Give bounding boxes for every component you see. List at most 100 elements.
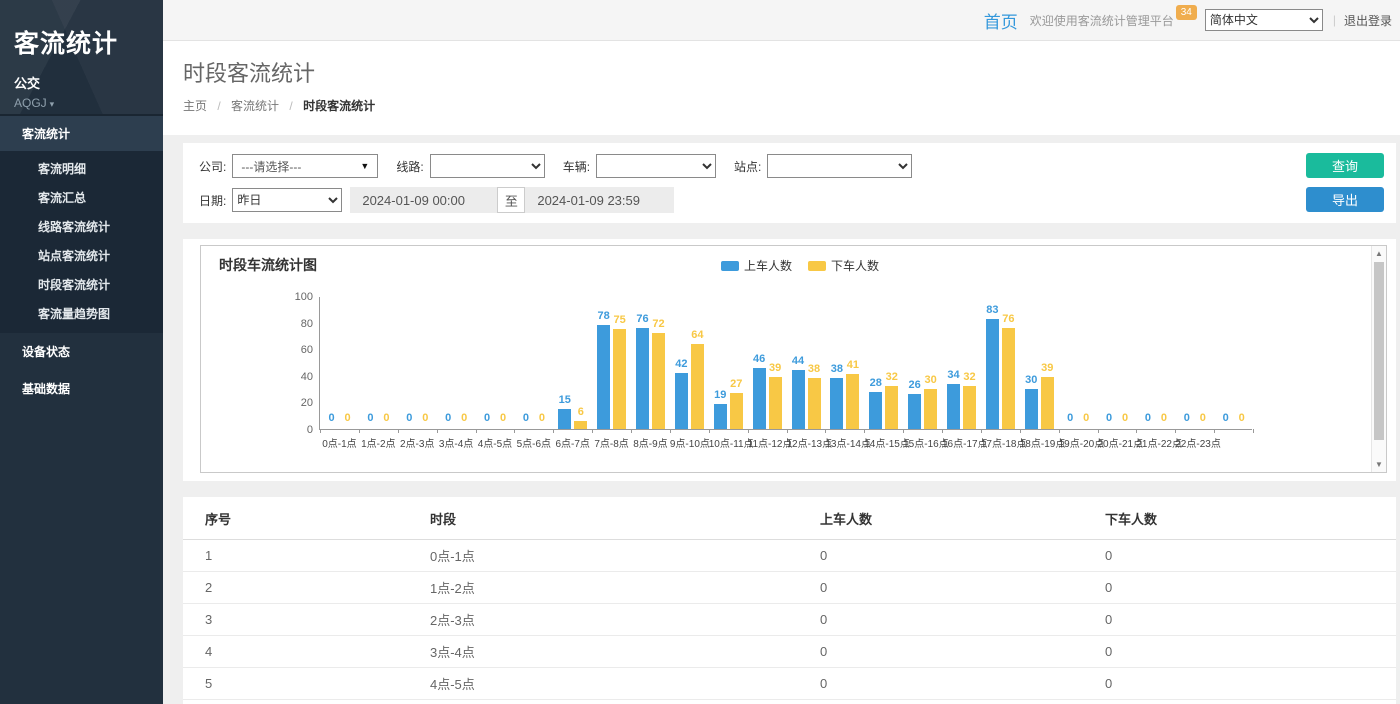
bar-value-label: 75	[610, 314, 629, 326]
legend-swatch	[808, 261, 826, 271]
y-axis-tick-label: 0	[283, 424, 313, 436]
x-axis-tick	[748, 429, 749, 433]
table-cell: 0	[1083, 604, 1396, 636]
bar-value-label: 38	[805, 363, 824, 375]
x-axis-category-label: 11点-12点	[748, 435, 787, 450]
table-cell: 1	[183, 540, 408, 572]
table-cell: 2点-3点	[408, 604, 798, 636]
breadcrumb-current: 时段客流统计	[303, 99, 375, 113]
x-axis-category-label: 2点-3点	[398, 435, 437, 450]
x-axis-tick	[1214, 429, 1215, 433]
bar-value-label: 0	[1116, 412, 1135, 424]
bar-value-label: 15	[555, 394, 574, 406]
bar-value-label: 0	[494, 412, 513, 424]
language-select[interactable]: 简体中文	[1205, 9, 1323, 31]
x-axis-tick	[359, 429, 360, 433]
legend-item[interactable]: 下车人数	[808, 257, 879, 274]
logout-link[interactable]: 退出登录	[1344, 12, 1392, 29]
sidebar-item-station-stats[interactable]: 站点客流统计	[0, 241, 163, 270]
table-cell: 0	[798, 572, 1083, 604]
x-axis-tick	[787, 429, 788, 433]
main-area: 首页 欢迎使用客流统计管理平台 34 简体中文 | 退出登录 时段客流统计 主页…	[163, 0, 1400, 704]
date-to-input[interactable]	[525, 187, 674, 213]
legend-label: 下车人数	[831, 257, 879, 274]
org-selector[interactable]: AQGJ▾	[14, 96, 149, 110]
line-select[interactable]	[430, 154, 545, 178]
chart-bar	[636, 328, 649, 429]
x-axis-tick	[1175, 429, 1176, 433]
chart-bar	[675, 373, 688, 429]
station-select[interactable]	[767, 154, 912, 178]
legend-label: 上车人数	[744, 257, 792, 274]
date-from-input[interactable]	[350, 187, 497, 213]
welcome-text: 欢迎使用客流统计管理平台	[1030, 12, 1174, 29]
x-axis-category-label: 21点-22点	[1136, 435, 1175, 450]
export-button[interactable]: 导出	[1306, 187, 1384, 212]
sidebar-item-flow-detail[interactable]: 客流明细	[0, 154, 163, 183]
x-axis-category-label: 6点-7点	[553, 435, 592, 450]
content: 公司: ---请选择--- ▼ 线路: 车辆: 站点:	[163, 135, 1400, 704]
x-axis-tick	[825, 429, 826, 433]
station-label: 站点:	[734, 158, 761, 175]
chart-bar	[808, 378, 821, 429]
x-axis-category-label: 10点-11点	[709, 435, 748, 450]
sidebar-item-trend-chart[interactable]: 客流量趋势图	[0, 299, 163, 328]
chart-container: 时段车流统计图 上车人数下车人数 020406080100000点-1点001点…	[200, 245, 1387, 473]
sidebar-item-line-stats[interactable]: 线路客流统计	[0, 212, 163, 241]
bar-value-label: 41	[843, 359, 862, 371]
sidebar-item-base-data[interactable]: 基础数据	[0, 370, 163, 407]
filter-actions: 查询 导出	[1306, 153, 1384, 212]
y-axis-tick-label: 20	[283, 397, 313, 409]
x-axis-tick	[1136, 429, 1137, 433]
legend-item[interactable]: 上车人数	[721, 257, 792, 274]
date-preset-select[interactable]: 昨日	[232, 188, 342, 212]
table-cell: 4点-5点	[408, 668, 798, 700]
bar-value-label: 19	[711, 389, 730, 401]
sidebar-item-period-stats[interactable]: 时段客流统计	[0, 270, 163, 299]
table-cell: 0	[1083, 540, 1396, 572]
filter-row-1: 公司: ---请选择--- ▼ 线路: 车辆: 站点:	[199, 153, 1286, 179]
bar-value-label: 76	[999, 313, 1018, 325]
table-cell: 0	[798, 540, 1083, 572]
breadcrumb-home[interactable]: 主页	[183, 99, 207, 113]
company-select[interactable]: ---请选择--- ▼	[232, 154, 378, 178]
topbar-divider: |	[1333, 13, 1336, 27]
x-axis-tick	[592, 429, 593, 433]
sidebar-item-passenger-stats[interactable]: 客流统计	[0, 115, 163, 151]
vehicle-select[interactable]	[596, 154, 716, 178]
caret-down-icon: ▾	[50, 99, 55, 109]
x-axis-category-label: 1点-2点	[359, 435, 398, 450]
x-axis-category-label: 4点-5点	[476, 435, 515, 450]
table-cell: 4	[183, 636, 408, 668]
table-cell: 5点-6点	[408, 700, 798, 704]
x-axis-category-label: 20点-21点	[1098, 435, 1137, 450]
sidebar-item-device-status[interactable]: 设备状态	[0, 333, 163, 370]
vertical-scrollbar[interactable]: ▲ ▼	[1371, 246, 1386, 472]
table-cell: 6	[183, 700, 408, 704]
sidebar-item-flow-summary[interactable]: 客流汇总	[0, 183, 163, 212]
bar-value-label: 0	[1154, 412, 1173, 424]
query-button[interactable]: 查询	[1306, 153, 1384, 178]
breadcrumb-section[interactable]: 客流统计	[231, 99, 279, 113]
scroll-down-icon[interactable]: ▼	[1372, 460, 1386, 469]
chart-bar	[908, 394, 921, 429]
table-header-cell: 序号	[183, 497, 408, 540]
scrollbar-thumb[interactable]	[1374, 262, 1384, 440]
y-axis-tick-label: 60	[283, 344, 313, 356]
bar-value-label: 30	[921, 374, 940, 386]
table-row: 43点-4点00	[183, 636, 1396, 668]
scroll-up-icon[interactable]: ▲	[1372, 249, 1386, 258]
table-header-cell: 下车人数	[1083, 497, 1396, 540]
home-link[interactable]: 首页	[984, 8, 1018, 33]
bar-value-label: 0	[1077, 412, 1096, 424]
table-header-row: 序号时段上车人数下车人数	[183, 497, 1396, 540]
bar-value-label: 0	[1232, 412, 1251, 424]
chart-bar	[652, 333, 665, 429]
x-axis-tick	[942, 429, 943, 433]
bar-value-label: 6	[571, 406, 590, 418]
chart-bar	[869, 392, 882, 429]
x-axis-tick	[1098, 429, 1099, 433]
x-axis-category-label: 19点-20点	[1059, 435, 1098, 450]
chart-bar	[769, 377, 782, 429]
date-filter: 日期: 昨日	[199, 188, 342, 212]
